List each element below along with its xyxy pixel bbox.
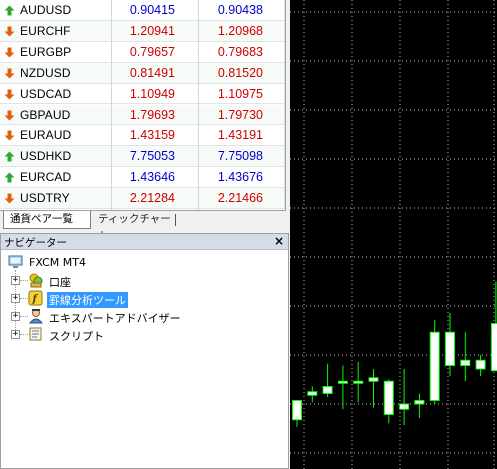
tree-item-indicators[interactable]: + f 罫線分析ツール bbox=[11, 290, 141, 308]
bid-price: 1.20941 bbox=[129, 23, 175, 38]
symbol-name: EURAUD bbox=[20, 128, 72, 143]
tab-symbols[interactable]: 通貨ペア一覧 bbox=[3, 211, 91, 229]
close-icon[interactable]: × bbox=[274, 234, 284, 248]
bid-price: 1.10949 bbox=[129, 86, 175, 101]
candle-body bbox=[307, 391, 318, 396]
expand-toggle[interactable]: + bbox=[11, 312, 20, 321]
symbol-row[interactable]: AUDUSD 0.90415 0.90438 bbox=[0, 0, 285, 21]
tree-root-label: FXCM MT4 bbox=[29, 256, 86, 269]
symbol-row[interactable]: EURGBP 0.79657 0.79683 bbox=[0, 41, 285, 63]
arrow-up-icon bbox=[4, 151, 15, 162]
candle-body bbox=[337, 380, 348, 384]
arrow-down-icon bbox=[4, 110, 15, 120]
symbol-name: USDHKD bbox=[20, 149, 72, 164]
ask-price: 1.10975 bbox=[217, 86, 263, 101]
scroll-edge bbox=[284, 0, 285, 210]
navigator-panel: ナビゲーター × FXCM MT4 + 口座 + f 罫線分析ツール + エキス… bbox=[0, 233, 289, 469]
expert-advisors-icon bbox=[28, 309, 44, 324]
candle-body bbox=[490, 323, 497, 372]
symbol-row[interactable]: USDTRY 2.21284 2.21466 bbox=[0, 188, 285, 209]
symbol-name: NZDUSD bbox=[20, 65, 71, 80]
symbol-name: GBPAUD bbox=[20, 107, 71, 122]
arrow-up-icon bbox=[4, 5, 15, 16]
navigator-header: ナビゲーター × bbox=[1, 234, 288, 250]
symbol-row[interactable]: EURCAD 1.43646 1.43676 bbox=[0, 167, 285, 189]
bid-price: 0.79657 bbox=[129, 44, 175, 59]
accounts-icon bbox=[29, 273, 43, 288]
tree-root[interactable]: FXCM MT4 bbox=[5, 254, 125, 272]
expand-toggle[interactable]: + bbox=[11, 294, 20, 303]
tab-tick-chart[interactable]: ティックチャート bbox=[92, 211, 182, 242]
arrow-down-icon bbox=[4, 68, 15, 79]
symbol-name: EURGBP bbox=[20, 44, 72, 59]
arrow-down-icon bbox=[4, 26, 15, 37]
expand-toggle[interactable]: + bbox=[11, 276, 20, 285]
arrow-down-icon bbox=[4, 130, 15, 141]
symbol-list: AUDUSD 0.90415 0.90438 EURCHF 1.20941 1.20968… bbox=[0, 0, 285, 210]
tab-separator bbox=[175, 214, 176, 226]
symbol-row[interactable]: USDCAD 1.10949 1.10975 bbox=[0, 83, 285, 105]
tree-item-label: 口座 bbox=[49, 276, 71, 289]
tree-item-label: エキスパートアドバイザー bbox=[49, 312, 181, 325]
candle-body bbox=[399, 403, 410, 410]
tree-item-label: スクリプト bbox=[49, 330, 104, 343]
candle-body bbox=[475, 359, 486, 370]
candle-body bbox=[322, 386, 333, 394]
symbol-name: EURCHF bbox=[20, 23, 71, 38]
indicators-icon: f bbox=[28, 290, 43, 306]
tree-item-scripts[interactable]: + スクリプト bbox=[11, 326, 131, 344]
expand-toggle[interactable]: + bbox=[11, 330, 20, 339]
arrow-down-icon bbox=[4, 89, 15, 100]
ask-price: 1.79730 bbox=[217, 107, 263, 122]
symbol-name: USDTRY bbox=[20, 191, 70, 206]
symbol-row[interactable]: EURCHF 1.20941 1.20968 bbox=[0, 20, 285, 42]
symbol-name: USDCAD bbox=[20, 86, 72, 101]
candle-body bbox=[353, 380, 364, 384]
ask-price: 1.43676 bbox=[217, 170, 263, 185]
tree-item-expert-advisors[interactable]: + エキスパートアドバイザー bbox=[11, 308, 181, 326]
tree-item-accounts[interactable]: + 口座 bbox=[11, 272, 131, 290]
bid-price: 0.90415 bbox=[129, 3, 175, 17]
candle-body bbox=[383, 380, 394, 415]
price-chart[interactable] bbox=[290, 0, 497, 469]
bid-price: 2.21284 bbox=[129, 191, 175, 206]
market-watch-tabs: 通貨ペア一覧 ティックチャート bbox=[0, 210, 286, 242]
bid-price: 1.79693 bbox=[129, 107, 175, 122]
candle-body bbox=[445, 331, 455, 366]
bid-price: 0.81491 bbox=[129, 65, 175, 80]
column-divider bbox=[198, 0, 199, 210]
candle-body bbox=[460, 359, 471, 366]
symbol-row[interactable]: USDHKD 7.75053 7.75098 bbox=[0, 146, 285, 168]
ask-price: 0.81520 bbox=[217, 65, 263, 80]
market-watch-panel: AUDUSD 0.90415 0.90438 EURCHF 1.20941 1.20968… bbox=[0, 0, 286, 242]
column-divider bbox=[111, 0, 112, 210]
arrow-up-icon bbox=[4, 172, 15, 183]
tree-item-label: 罫線分析ツール bbox=[47, 292, 128, 308]
candlestick-chart bbox=[290, 0, 497, 469]
candle-body bbox=[368, 377, 379, 382]
arrow-down-icon bbox=[4, 47, 15, 58]
bid-price: 1.43646 bbox=[129, 170, 175, 185]
ask-price: 0.79683 bbox=[217, 44, 263, 59]
symbol-row[interactable]: GBPAUD 1.79693 1.79730 bbox=[0, 104, 285, 126]
candle-body bbox=[429, 331, 440, 401]
ask-price: 1.43191 bbox=[217, 128, 263, 143]
terminal-icon bbox=[8, 255, 23, 268]
symbol-row[interactable]: NZDUSD 0.81491 0.81520 bbox=[0, 62, 285, 84]
symbol-name: AUDUSD bbox=[20, 3, 72, 17]
bid-price: 1.43159 bbox=[129, 128, 175, 143]
scripts-icon bbox=[29, 327, 42, 341]
candle-body bbox=[414, 400, 425, 405]
arrow-down-icon bbox=[4, 193, 15, 204]
ask-price: 2.21466 bbox=[217, 191, 263, 206]
ask-price: 1.20968 bbox=[217, 23, 263, 38]
bid-price: 7.75053 bbox=[129, 149, 175, 164]
ask-price: 7.75098 bbox=[217, 149, 263, 164]
symbol-name: EURCAD bbox=[20, 170, 72, 185]
candle-body bbox=[292, 400, 302, 421]
ask-price: 0.90438 bbox=[217, 3, 263, 17]
navigator-title: ナビゲーター bbox=[4, 237, 67, 249]
symbol-row[interactable]: EURAUD 1.43159 1.43191 bbox=[0, 125, 285, 147]
